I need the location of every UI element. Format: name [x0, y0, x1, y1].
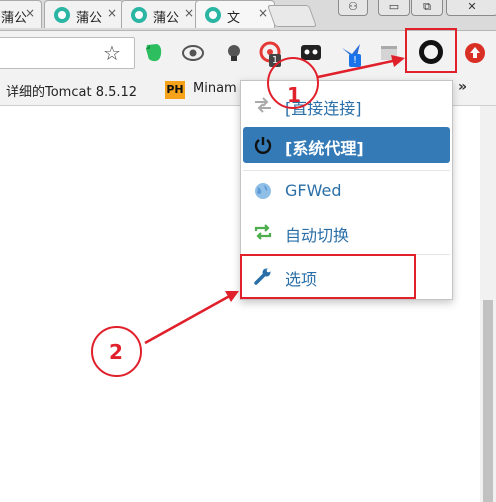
tab-favicon-icon [205, 7, 221, 23]
menu-divider [243, 170, 450, 171]
callout-number-1: 1 [287, 83, 301, 107]
bookmark-minam[interactable]: Minam [193, 81, 237, 96]
menu-item-label: 自动切换 [285, 226, 350, 245]
highlight-box-proxy-button [405, 28, 457, 73]
close-icon[interactable]: × [107, 6, 117, 20]
bookmark-tomcat[interactable]: 详细的Tomcat 8.5.12 [6, 81, 137, 100]
extension-bulb[interactable] [221, 40, 247, 66]
evernote-icon [146, 44, 162, 62]
menu-item-system-proxy[interactable]: [系统代理] [243, 127, 450, 163]
menu-item-auto-switch[interactable]: 自动切换 [243, 214, 450, 250]
tab-favicon-icon [54, 7, 70, 23]
address-bar[interactable]: ☆ [0, 37, 135, 69]
tab-title: 蒲公 [76, 11, 103, 26]
minimize-button[interactable]: ▭ [378, 0, 410, 16]
more-bookmarks-icon[interactable]: » [458, 79, 467, 95]
profile-button[interactable]: ⚇ [338, 0, 368, 16]
extension-bird[interactable]: ! [338, 40, 364, 67]
callout-number-2: 2 [109, 340, 123, 364]
extension-badge: ! [349, 54, 361, 67]
menu-item-label: [系统代理] [285, 139, 364, 158]
minimize-icon: ▭ [388, 0, 400, 13]
power-icon [254, 137, 272, 154]
bulb-icon [228, 45, 240, 61]
tab-favicon-icon [131, 7, 147, 23]
menu-item-gfwed[interactable]: GFWed [243, 173, 450, 209]
tab-title: 蒲公 [1, 11, 28, 26]
tab-title: 蒲公 [153, 11, 180, 26]
arrows-icon [255, 97, 271, 113]
globe-icon [255, 183, 271, 199]
tab-3[interactable]: 蒲公 × [121, 0, 201, 28]
tab-1[interactable]: 蒲公 × [0, 0, 42, 28]
close-window-button[interactable]: ✕ [446, 0, 496, 16]
close-icon[interactable]: × [25, 6, 35, 20]
bookmark-star-icon[interactable]: ☆ [103, 41, 121, 65]
upload-arrow-icon [465, 43, 485, 63]
arrowhead-2 [225, 291, 239, 302]
extension-evernote[interactable] [141, 40, 167, 66]
tab-title: 文 [227, 11, 241, 26]
arrow-line-2 [144, 291, 236, 345]
close-icon[interactable]: × [184, 6, 194, 20]
menu-item-label: GFWed [285, 181, 342, 200]
extension-upload[interactable] [462, 40, 488, 66]
tab-2[interactable]: 蒲公 × [44, 0, 124, 28]
grey-box-icon [381, 46, 397, 60]
new-tab-button[interactable] [266, 5, 318, 27]
ph-badge-icon: PH [165, 81, 185, 99]
highlight-box-options [240, 254, 416, 299]
tab-strip: 蒲公 × 蒲公 × 蒲公 × 文 × ⚇ ▭ ⧉ ✕ [0, 0, 496, 31]
scrollbar-thumb[interactable] [483, 300, 493, 502]
close-window-icon: ✕ [467, 0, 477, 13]
extension-eye[interactable] [180, 40, 206, 66]
close-icon[interactable]: × [258, 6, 268, 20]
eye-icon [182, 45, 204, 61]
restore-icon: ⧉ [423, 0, 431, 13]
tab-4[interactable]: 文 × [195, 0, 275, 28]
restore-button[interactable]: ⧉ [411, 0, 443, 16]
refresh-icon [254, 224, 272, 240]
extension-grey[interactable] [376, 40, 402, 66]
profile-icon: ⚇ [348, 0, 358, 13]
